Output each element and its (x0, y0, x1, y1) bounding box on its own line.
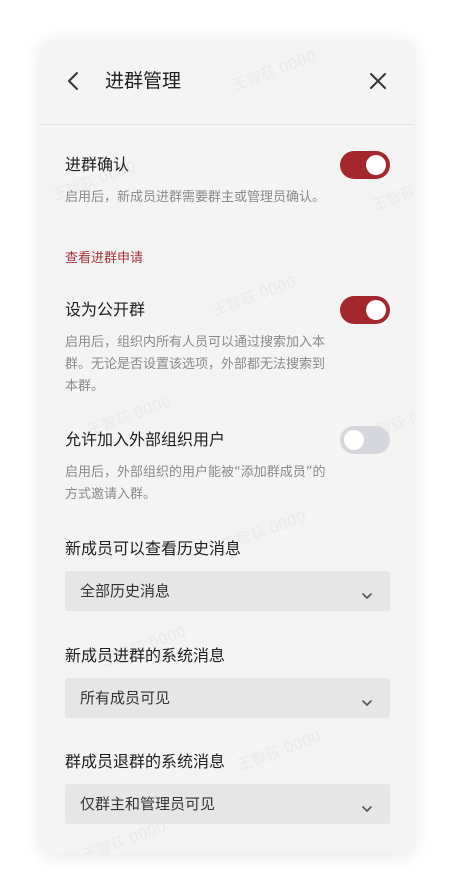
view-join-requests-link[interactable]: 查看进群申请 (65, 249, 143, 269)
join-confirm-title: 进群确认 (65, 155, 130, 174)
toggle-knob (366, 300, 386, 320)
watermark: 王智荻 0000 (209, 271, 299, 321)
join-message-value: 所有成员可见 (80, 689, 171, 707)
join-confirm-description: 启用后，新成员进群需要群主或管理员确认。 (65, 190, 326, 205)
public-group-title: 设为公开群 (65, 300, 146, 319)
join-message-select[interactable]: 所有成员可见 (65, 678, 390, 718)
external-users-toggle[interactable] (340, 426, 390, 454)
close-icon[interactable] (368, 71, 388, 91)
toggle-knob (366, 155, 386, 175)
chevron-left-icon[interactable] (64, 70, 84, 92)
join-message-label: 新成员进群的系统消息 (65, 646, 226, 665)
leave-message-value: 仅群主和管理员可见 (80, 795, 216, 813)
external-users-title: 允许加入外部组织用户 (65, 430, 226, 449)
public-group-description: 启用后，组织内所有人员可以通过搜索加入本群。无论是否设置该选项，外部都无法搜索到… (65, 335, 326, 394)
public-group-toggle[interactable] (340, 296, 390, 324)
join-confirm-toggle[interactable] (340, 151, 390, 179)
leave-message-select[interactable]: 仅群主和管理员可见 (65, 784, 390, 824)
history-visibility-label: 新成员可以查看历史消息 (65, 539, 242, 558)
panel-header: 进群管理 (40, 40, 414, 125)
chevron-down-icon (361, 693, 373, 706)
chevron-down-icon (361, 799, 373, 812)
history-visibility-value: 全部历史消息 (80, 582, 171, 600)
leave-message-label: 群成员退群的系统消息 (65, 752, 226, 771)
toggle-knob (344, 430, 364, 450)
external-users-description: 启用后，外部组织的用户能被“添加群成员”的方式邀请入群。 (65, 465, 326, 502)
watermark: 王智荻 0000 (234, 726, 324, 776)
chevron-down-icon (361, 586, 373, 599)
group-join-settings-panel: 王智荻 0000 王智荻 0000 王智荻 0000 王智荻 0000 王智荻 … (40, 40, 414, 854)
page-title: 进群管理 (105, 70, 182, 92)
history-visibility-select[interactable]: 全部历史消息 (65, 571, 390, 611)
